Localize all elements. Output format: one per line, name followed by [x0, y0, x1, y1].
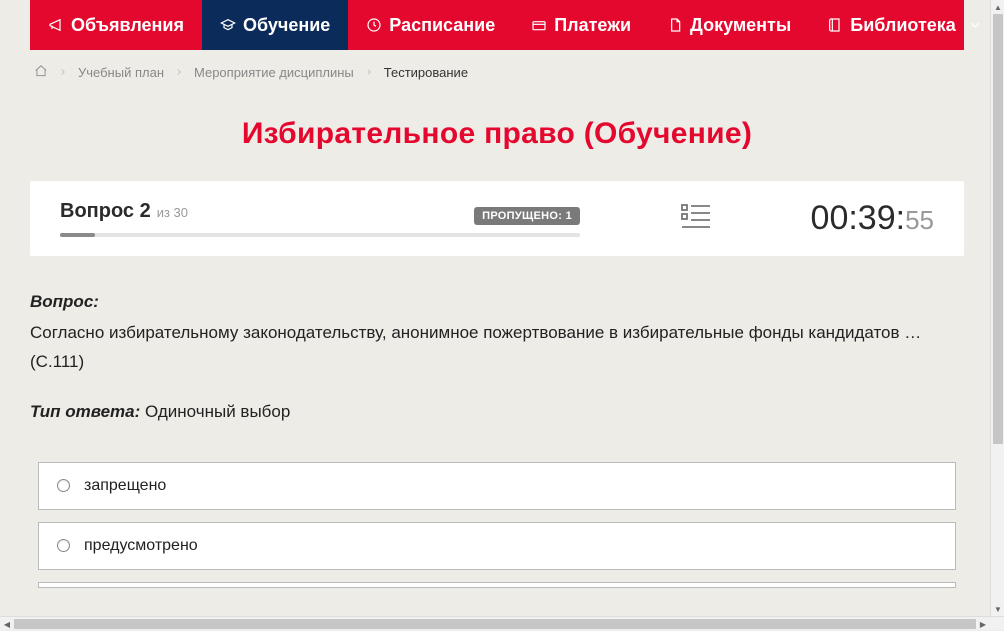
- home-icon[interactable]: [34, 64, 48, 81]
- breadcrumb: Учебный план Мероприятие дисциплины Тест…: [30, 50, 964, 95]
- scroll-down-arrow[interactable]: ▼: [991, 602, 1004, 616]
- nav-label: Платежи: [554, 15, 631, 36]
- nav-payments[interactable]: Платежи: [513, 0, 649, 50]
- skipped-badge: ПРОПУЩЕНО: 1: [474, 207, 580, 225]
- radio-icon: [57, 479, 70, 492]
- breadcrumb-discipline-event[interactable]: Мероприятие дисциплины: [194, 65, 354, 80]
- answer-type-label: Тип ответа:: [30, 402, 140, 421]
- nav-label: Расписание: [389, 15, 495, 36]
- breadcrumb-study-plan[interactable]: Учебный план: [78, 65, 164, 80]
- nav-label: Обучение: [243, 15, 330, 36]
- option-text: предусмотрено: [84, 537, 198, 555]
- book-icon: [827, 17, 843, 33]
- answer-option[interactable]: предусмотрено: [38, 522, 956, 570]
- clock-icon: [366, 17, 382, 33]
- scroll-left-arrow[interactable]: ◀: [0, 617, 14, 631]
- page-title: Избирательное право (Обучение): [30, 117, 964, 151]
- timer: 00:39:55: [811, 199, 934, 238]
- horizontal-scrollbar[interactable]: ◀ ▶: [0, 616, 1004, 630]
- question-total: из 30: [157, 205, 188, 220]
- nav-label: Документы: [690, 15, 791, 36]
- megaphone-icon: [48, 17, 64, 33]
- breadcrumb-current: Тестирование: [384, 65, 468, 80]
- answer-type: Тип ответа: Одиночный выбор: [30, 402, 964, 422]
- status-card: Вопрос 2 из 30 ПРОПУЩЕНО: 1: [30, 181, 964, 256]
- main-nav: Объявления Обучение Расписание Платежи: [30, 0, 964, 50]
- scroll-right-arrow[interactable]: ▶: [976, 617, 990, 631]
- nav-label: Библиотека: [850, 15, 956, 36]
- question-progress: Вопрос 2 из 30 ПРОПУЩЕНО: 1: [60, 200, 580, 237]
- chevron-right-icon: [364, 65, 374, 80]
- answer-option-partial[interactable]: [38, 582, 956, 588]
- question-list-button[interactable]: [680, 202, 712, 235]
- payment-icon: [531, 17, 547, 33]
- nav-schedule[interactable]: Расписание: [348, 0, 513, 50]
- answer-type-value: Одиночный выбор: [145, 402, 290, 421]
- chevron-right-icon: [174, 65, 184, 80]
- nav-library[interactable]: Библиотека: [809, 0, 994, 50]
- timer-main: 00:39:: [811, 199, 906, 238]
- radio-icon: [57, 539, 70, 552]
- question-current: Вопрос 2: [60, 200, 151, 223]
- nav-learning[interactable]: Обучение: [202, 0, 348, 50]
- question-text: Согласно избирательному законодательству…: [30, 320, 964, 346]
- chevron-right-icon: [58, 65, 68, 80]
- scroll-thumb[interactable]: [993, 14, 1003, 444]
- document-icon: [667, 17, 683, 33]
- nav-documents[interactable]: Документы: [649, 0, 809, 50]
- option-text: запрещено: [84, 477, 166, 495]
- answer-option[interactable]: запрещено: [38, 462, 956, 510]
- question-label: Вопрос:: [30, 292, 964, 312]
- progress-fill: [60, 233, 95, 237]
- scroll-up-arrow[interactable]: ▲: [991, 0, 1004, 14]
- progress-bar: ПРОПУЩЕНО: 1: [60, 233, 580, 237]
- chevron-down-icon: [967, 17, 983, 33]
- nav-label: Объявления: [71, 15, 184, 36]
- timer-seconds: 55: [905, 205, 934, 236]
- scroll-thumb[interactable]: [14, 619, 976, 629]
- question-reference: (С.111): [30, 352, 964, 372]
- nav-announcements[interactable]: Объявления: [30, 0, 202, 50]
- graduation-icon: [220, 17, 236, 33]
- vertical-scrollbar[interactable]: ▲ ▼: [990, 0, 1004, 616]
- question-block: Вопрос: Согласно избирательному законода…: [30, 292, 964, 372]
